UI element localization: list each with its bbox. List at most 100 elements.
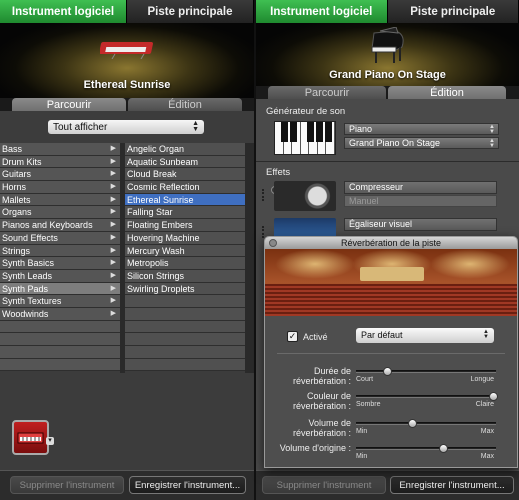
reverb-preset-select[interactable]: Par défaut ▲ ▼ <box>356 328 494 343</box>
category-item[interactable]: Drum Kits ▶ <box>0 155 120 169</box>
effect-name[interactable]: Égaliseur visuel <box>344 218 497 231</box>
instrument-name: Ethereal Sunrise <box>83 79 171 91</box>
tab-instrument-logiciel[interactable]: Instrument logiciel <box>0 0 127 23</box>
category-item[interactable]: Synth Leads ▶ <box>0 269 120 283</box>
subtab-edition[interactable]: Édition <box>128 98 242 111</box>
dialog-title-bar[interactable]: Réverbération de la piste <box>265 237 517 249</box>
instrument-item[interactable]: Angelic Organ <box>125 143 245 156</box>
effect-preset[interactable]: Manuel <box>344 195 497 207</box>
instrument-item[interactable]: Mercury Wash <box>125 244 245 258</box>
category-item-label: Horns <box>2 182 27 193</box>
left-panel: Instrument logiciel Piste principale Eth… <box>0 0 254 500</box>
slider-knob[interactable] <box>382 367 392 376</box>
instrument-item[interactable]: Cloud Break <box>125 168 245 182</box>
instrument-item[interactable]: Swirling Droplets <box>125 282 245 296</box>
tab-piste-principale[interactable]: Piste principale <box>127 0 254 23</box>
slider-knob[interactable] <box>489 392 499 401</box>
updown-arrows-icon: ▲ ▼ <box>489 138 495 149</box>
chevron-right-icon: ▶ <box>110 297 116 305</box>
delete-instrument-button[interactable]: Supprimer l'instrument <box>262 476 386 494</box>
subtab-edition[interactable]: Édition <box>388 86 506 99</box>
dialog-separator <box>277 353 505 354</box>
slider-track[interactable] <box>356 419 496 428</box>
empty-row <box>125 333 245 346</box>
subtab-parcourir[interactable]: Parcourir <box>12 98 126 111</box>
category-item[interactable]: Bass ▶ <box>0 143 120 156</box>
category-item[interactable]: Pianos and Keyboards ▶ <box>0 219 120 232</box>
track-instrument-thumbnail[interactable]: ▾ <box>12 420 54 455</box>
piano-keys-icon[interactable] <box>274 121 336 155</box>
slider-knob[interactable] <box>438 444 448 453</box>
sound-generator-category-select[interactable]: Piano ▲ ▼ <box>344 123 499 135</box>
tab-piste-principale[interactable]: Piste principale <box>387 0 519 23</box>
chevron-right-icon: ▶ <box>110 221 116 229</box>
dialog-title: Réverbération de la piste <box>340 238 442 248</box>
stage-light <box>430 249 510 279</box>
category-list: Bass ▶ Drum Kits ▶ Guitars ▶ Horns ▶ Mallets ▶ Org… <box>0 143 120 373</box>
slider-min-label: Min <box>356 428 368 435</box>
synth-keyboard-icon <box>100 42 153 59</box>
empty-row <box>125 295 245 308</box>
instrument-item[interactable]: Aquatic Sunbeam <box>125 155 245 169</box>
close-icon[interactable] <box>269 239 277 247</box>
category-item[interactable]: Woodwinds ▶ <box>0 307 120 321</box>
chevron-right-icon: ▶ <box>110 271 116 279</box>
sound-generator-label: Générateur de son <box>266 106 346 117</box>
instrument-item[interactable]: Silicon Strings <box>125 269 245 283</box>
effects-label: Effets <box>266 167 291 178</box>
category-item-label: Guitars <box>2 169 32 180</box>
slider-knob[interactable] <box>408 419 417 428</box>
category-item[interactable]: Organs ▶ <box>0 206 120 220</box>
sound-generator-preset-select[interactable]: Grand Piano On Stage ▲ ▼ <box>344 137 499 149</box>
remove-thumbnail-icon[interactable]: ▾ <box>46 437 54 445</box>
category-item[interactable]: Horns ▶ <box>0 181 120 194</box>
chevron-right-icon: ▶ <box>110 208 116 216</box>
instrument-item[interactable]: Cosmic Reflection <box>125 181 245 194</box>
updown-arrows-icon: ▲ ▼ <box>489 124 495 135</box>
slider-track[interactable] <box>356 367 496 376</box>
section-separator <box>256 161 519 162</box>
stage-shape <box>360 267 424 281</box>
slider-track[interactable] <box>356 392 499 401</box>
drag-handle-icon[interactable] <box>262 189 266 201</box>
category-item-label: Bass <box>2 144 23 154</box>
instrument-list: Angelic Organ Aquatic Sunbeam Cloud Break C… <box>125 143 245 373</box>
category-item[interactable]: Synth Textures ▶ <box>0 295 120 308</box>
slider-label-line: Durée de <box>313 366 351 376</box>
stage-light <box>275 249 355 279</box>
instrument-item[interactable]: Floating Embers <box>125 219 245 232</box>
slider-min-label: Court <box>356 376 374 383</box>
delete-instrument-button[interactable]: Supprimer l'instrument <box>10 476 124 494</box>
category-item[interactable]: Strings ▶ <box>0 244 120 258</box>
sound-generator-category-value: Piano <box>349 124 373 134</box>
subtab-parcourir[interactable]: Parcourir <box>268 86 386 99</box>
category-item[interactable]: Guitars ▶ <box>0 168 120 182</box>
slider-track[interactable] <box>356 444 496 453</box>
compressor-thumbnail[interactable] <box>274 181 336 211</box>
instrument-item[interactable]: Ethereal Sunrise <box>125 193 245 207</box>
active-label: Activé <box>303 332 328 342</box>
slider-label: Couleur de réverbération : <box>265 391 351 411</box>
right-bottom-bar: Supprimer l'instrument Enregistrer l'ins… <box>256 470 519 500</box>
category-item[interactable]: Synth Pads ▶ <box>0 282 120 296</box>
instrument-item[interactable]: Falling Star <box>125 206 245 220</box>
instrument-item[interactable]: Hovering Machine <box>125 231 245 245</box>
category-item[interactable]: Synth Basics ▶ <box>0 257 120 270</box>
tab-instrument-logiciel[interactable]: Instrument logiciel <box>256 0 388 23</box>
grand-piano-icon <box>371 27 404 63</box>
concert-hall-image <box>265 249 517 316</box>
filter-select[interactable]: Tout afficher ▲ ▼ <box>48 120 204 134</box>
instrument-scrollbar[interactable] <box>245 143 254 373</box>
sound-generator-preset-value: Grand Piano On Stage <box>349 138 441 148</box>
save-instrument-button[interactable]: Enregistrer l'instrument... <box>129 476 246 494</box>
active-checkbox[interactable]: ✓ <box>287 331 298 342</box>
category-item-label: Sound Effects <box>2 232 58 243</box>
instrument-name: Grand Piano On Stage <box>329 69 446 81</box>
category-item[interactable]: Mallets ▶ <box>0 193 120 207</box>
instrument-item[interactable]: Metropolis <box>125 257 245 270</box>
left-top-tabs: Instrument logiciel Piste principale <box>0 0 254 23</box>
empty-row <box>0 346 120 359</box>
category-item[interactable]: Sound Effects ▶ <box>0 231 120 245</box>
effect-name[interactable]: Compresseur <box>344 181 497 194</box>
save-instrument-button[interactable]: Enregistrer l'instrument... <box>390 476 514 494</box>
